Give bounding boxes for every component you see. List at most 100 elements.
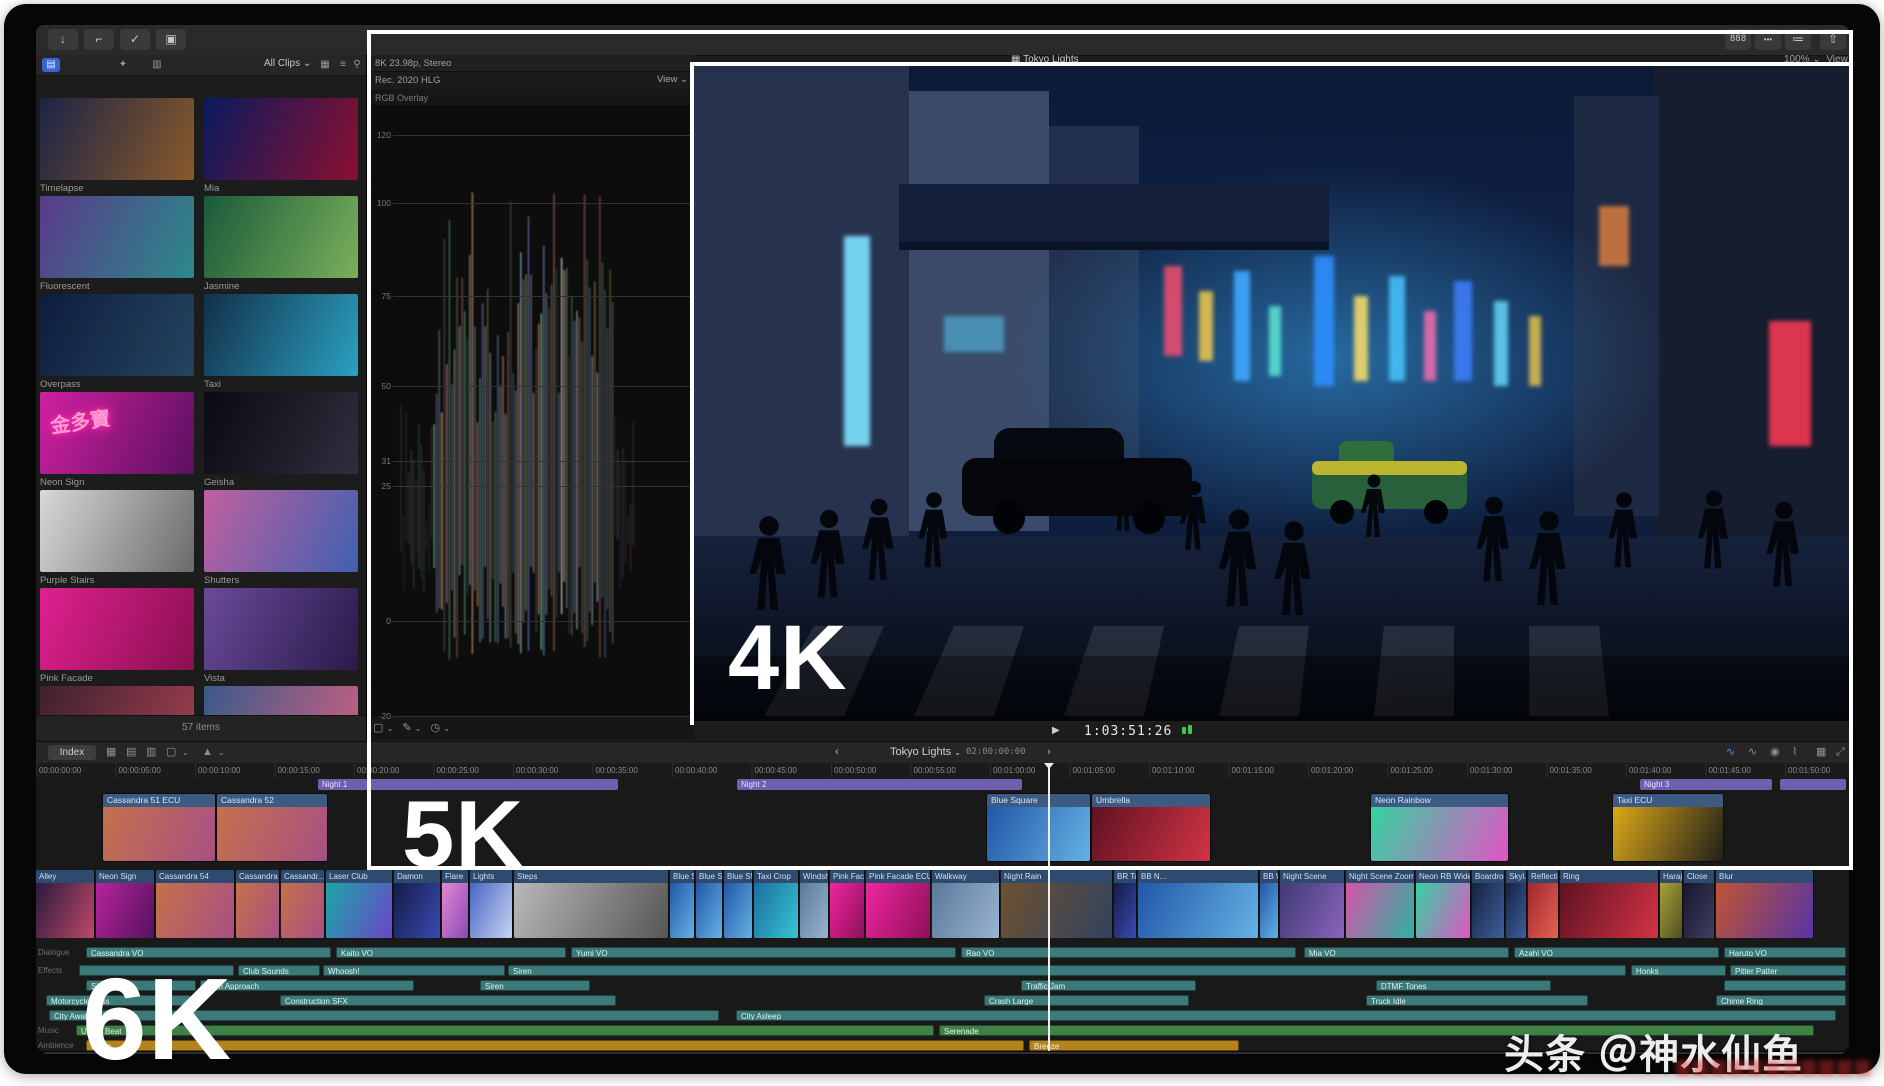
connected-storyline-clip[interactable]: Boardroom	[1472, 870, 1505, 938]
audio-clip[interactable]: Rao VO	[961, 947, 1296, 958]
connected-storyline-clip[interactable]: Walkway	[932, 870, 1000, 938]
effects-browser-icon[interactable]: ✦	[114, 58, 132, 72]
clip-thumbnail[interactable]	[204, 196, 358, 278]
index-button[interactable]: Index	[48, 745, 96, 760]
next-timeline-icon[interactable]: ›	[1047, 745, 1051, 760]
scope-view-dropdown[interactable]: View ⌄	[657, 74, 688, 85]
audio-clip[interactable]: Chime Ring	[1716, 995, 1846, 1006]
browser-clip[interactable]: Taxi	[204, 294, 358, 390]
browser-clip[interactable]: Timelapse	[40, 98, 194, 194]
connected-storyline-clip[interactable]: Night Rain	[1001, 870, 1113, 938]
audio-clip[interactable]: Yumi VO	[571, 947, 956, 958]
audio-clip[interactable]: Whoosh!	[323, 965, 505, 976]
connected-storyline-clip[interactable]: Windshield	[800, 870, 829, 938]
clip-thumbnail[interactable]	[40, 588, 194, 670]
browser-clip[interactable]	[40, 686, 194, 715]
clip-thumbnail[interactable]	[204, 294, 358, 376]
audio-meters-icon[interactable]	[1180, 725, 1192, 737]
browser-clip[interactable]: Geisha	[204, 392, 358, 488]
background-tasks-icon[interactable]: ✓	[120, 29, 150, 50]
browser-clip[interactable]: Purple Stairs	[40, 490, 194, 586]
search-icon[interactable]: ⚲	[348, 58, 366, 72]
connected-storyline-clip[interactable]: Cassandra 54	[236, 870, 280, 938]
connected-storyline-clip[interactable]: Steps	[514, 870, 669, 938]
play-button[interactable]: ▶	[1052, 725, 1060, 736]
connected-storyline-clip[interactable]: Night Scene Zoom	[1346, 870, 1415, 938]
tool-select-icon[interactable]: ▲	[202, 745, 213, 760]
browser-clip[interactable]: Fluorescent	[40, 196, 194, 292]
connected-storyline-clip[interactable]: Blue S51	[670, 870, 695, 938]
connected-storyline-clip[interactable]: Blur	[1716, 870, 1814, 938]
previous-timeline-icon[interactable]: ‹	[835, 745, 839, 760]
primary-storyline-clip[interactable]: Umbrella	[1091, 793, 1211, 862]
clip-thumbnail[interactable]	[204, 98, 358, 180]
clip-thumbnail[interactable]	[204, 686, 358, 715]
browser-clip[interactable]: Overpass	[40, 294, 194, 390]
clip-thumbnail[interactable]	[40, 98, 194, 180]
audio-clip[interactable]: Pitter Patter	[1730, 965, 1846, 976]
timeline-expand-icon[interactable]: ⤢	[1836, 745, 1845, 760]
connected-storyline-clip[interactable]: Cassandra 54	[156, 870, 235, 938]
connected-storyline-clip[interactable]: Night Scene	[1280, 870, 1345, 938]
chevron-down-icon[interactable]: ⌄	[218, 745, 225, 760]
connected-storyline-clip[interactable]: Laser Club	[326, 870, 393, 938]
timeline-ruler[interactable]: 00:00:00:0000:00:05:0000:00:10:0000:00:1…	[36, 763, 1849, 779]
clip-filter-dropdown[interactable]: All Clips ⌄	[264, 58, 311, 69]
connected-storyline-clip[interactable]: BR Taxi	[1114, 870, 1137, 938]
audio-clip[interactable]: DTMF Tones	[1376, 980, 1551, 991]
primary-storyline-clip[interactable]: Neon Rainbow	[1370, 793, 1509, 862]
connected-storyline-clip[interactable]: Close	[1684, 870, 1715, 938]
connect-clip-icon[interactable]: ▦	[106, 745, 116, 760]
title-clip[interactable]	[1780, 779, 1846, 790]
background-render-icon[interactable]: •••	[1755, 29, 1781, 50]
overwrite-clip-icon[interactable]: ▢	[166, 745, 176, 760]
retime-icon[interactable]: ◷ ⌄	[431, 722, 450, 734]
clip-thumbnail[interactable]	[204, 392, 358, 474]
audio-clip[interactable]: Siren	[480, 980, 590, 991]
draw-mask-icon[interactable]: ✎ ⌄	[402, 722, 421, 734]
connected-storyline-clip[interactable]: Reflection	[1528, 870, 1559, 938]
connected-storyline-clip[interactable]: Pink Facade	[830, 870, 865, 938]
clip-thumbnail[interactable]	[40, 686, 194, 715]
connected-storyline-clip[interactable]: Blue S53	[724, 870, 753, 938]
connected-storyline-clip[interactable]: Neon RB Wide	[1416, 870, 1471, 938]
title-clip[interactable]: Night 2	[737, 779, 1022, 790]
audio-clip[interactable]: Azahi VO	[1514, 947, 1719, 958]
audio-clip[interactable]: Siren	[508, 965, 1626, 976]
connected-storyline-clip[interactable]: Alley	[36, 870, 95, 938]
media-import-icon[interactable]: ▣	[156, 29, 186, 50]
skimming-icon[interactable]: ∿	[1726, 745, 1735, 760]
timeline-tab[interactable]: Tokyo Lights ⌄	[890, 745, 961, 760]
audio-clip[interactable]: Crash Large	[984, 995, 1189, 1006]
connected-storyline-clip[interactable]: Haraj...	[1660, 870, 1683, 938]
connected-storyline-clip[interactable]: Blue S52	[696, 870, 723, 938]
clip-index-icon[interactable]: ▥	[148, 58, 166, 72]
chevron-down-icon[interactable]: ⌄	[182, 745, 189, 760]
primary-storyline-clip[interactable]: Taxi ECU	[1612, 793, 1724, 862]
primary-storyline-clip[interactable]: Cassandra 51 ECU	[102, 793, 216, 862]
clip-thumbnail[interactable]	[40, 196, 194, 278]
playhead[interactable]	[1048, 763, 1050, 1051]
audio-clip[interactable]: Construction SFX	[280, 995, 616, 1006]
clip-thumbnail[interactable]	[40, 294, 194, 376]
browser-clip[interactable]: Mia	[204, 98, 358, 194]
sidebar-toggle-icon[interactable]: ▤	[42, 58, 60, 72]
browser-clip[interactable]: Shutters	[204, 490, 358, 586]
solo-icon[interactable]: ◉	[1770, 745, 1780, 760]
browser-clip[interactable]: Pink Facade	[40, 588, 194, 684]
audio-clip[interactable]: Kaito VO	[336, 947, 566, 958]
connected-storyline-clip[interactable]: Ring	[1560, 870, 1659, 938]
title-clip[interactable]: Night 3	[1640, 779, 1772, 790]
audio-clip[interactable]: Mia VO	[1304, 947, 1509, 958]
connected-storyline-clip[interactable]: Skyl...	[1506, 870, 1527, 938]
connected-storyline-clip[interactable]: BB W...	[1260, 870, 1279, 938]
primary-storyline-clip[interactable]: Blue Square	[986, 793, 1091, 862]
connected-storyline-clip[interactable]: Cassandr...	[281, 870, 325, 938]
browser-clip[interactable]: Jasmine	[204, 196, 358, 292]
filmstrip-view-icon[interactable]: ▦	[316, 58, 334, 72]
timecode-display-icon[interactable]: 888	[1725, 29, 1751, 50]
append-clip-icon[interactable]: ▥	[146, 745, 156, 760]
connected-storyline-clip[interactable]: Pink Facade ECU	[866, 870, 931, 938]
clip-thumbnail[interactable]	[204, 490, 358, 572]
audio-skimming-icon[interactable]: ∿	[1748, 745, 1757, 760]
